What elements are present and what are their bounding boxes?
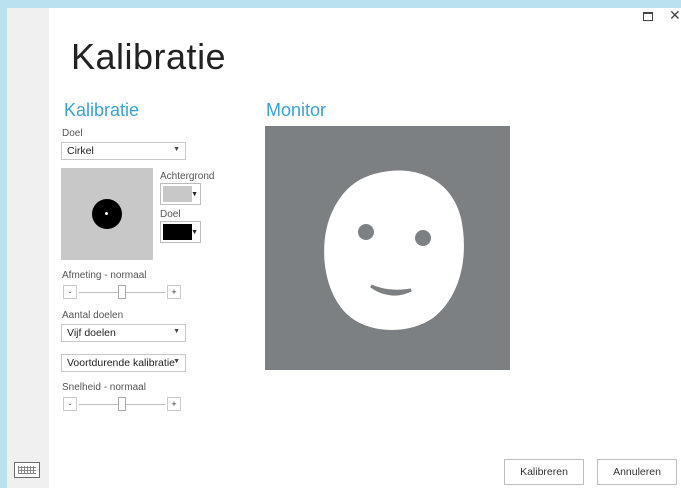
speed-increase-button[interactable]: + — [167, 397, 181, 411]
sidebar — [7, 8, 49, 488]
background-color-picker[interactable]: ▼ — [160, 183, 201, 205]
monitor-preview — [265, 126, 510, 370]
calibration-heading: Kalibratie — [64, 100, 140, 120]
speed-label: Snelheid - normaal — [62, 382, 146, 393]
target-preview — [61, 168, 153, 260]
size-slider[interactable]: - + — [63, 285, 183, 301]
calibration-mode-value: Voortdurende kalibratie — [67, 357, 175, 369]
chevron-down-icon: ▼ — [173, 328, 180, 335]
maximize-icon[interactable] — [643, 12, 653, 21]
window-frame-left — [0, 8, 7, 488]
keyboard-icon[interactable] — [14, 462, 40, 478]
size-slider-thumb[interactable] — [118, 285, 126, 299]
target-circle — [92, 199, 122, 229]
chevron-down-icon: ▼ — [173, 358, 180, 365]
cancel-button[interactable]: Annuleren — [597, 459, 677, 485]
target-color-label: Doel — [160, 209, 181, 220]
background-color-label: Achtergrond — [160, 171, 215, 182]
target-count-value: Vijf doelen — [67, 327, 116, 339]
size-increase-button[interactable]: + — [167, 285, 181, 299]
target-center-dot — [105, 212, 108, 215]
target-color-picker[interactable]: ▼ — [160, 221, 201, 243]
size-decrease-button[interactable]: - — [63, 285, 77, 299]
chevron-down-icon: ▼ — [173, 146, 180, 153]
speed-slider[interactable]: - + — [63, 397, 183, 413]
monitor-heading: Monitor — [266, 100, 327, 120]
window-frame-top — [0, 0, 681, 8]
close-icon[interactable]: ✕ — [669, 7, 681, 24]
calibration-mode-select[interactable]: Voortdurende kalibratie ▼ — [61, 354, 186, 372]
target-count-label: Aantal doelen — [62, 310, 124, 321]
speed-decrease-button[interactable]: - — [63, 397, 77, 411]
calibrate-button[interactable]: Kalibreren — [504, 459, 584, 485]
speed-slider-thumb[interactable] — [118, 397, 126, 411]
target-color-swatch — [163, 224, 192, 240]
page-title: Kalibratie — [71, 36, 227, 77]
background-color-swatch — [163, 186, 192, 202]
face-illustration — [324, 170, 464, 330]
target-shape-value: Cirkel — [67, 145, 94, 157]
chevron-down-icon: ▼ — [191, 191, 198, 198]
target-count-select[interactable]: Vijf doelen ▼ — [61, 324, 186, 342]
chevron-down-icon: ▼ — [191, 229, 198, 236]
size-label: Afmeting - normaal — [62, 270, 147, 281]
target-label: Doel — [62, 128, 83, 139]
target-shape-select[interactable]: Cirkel ▼ — [61, 142, 186, 160]
